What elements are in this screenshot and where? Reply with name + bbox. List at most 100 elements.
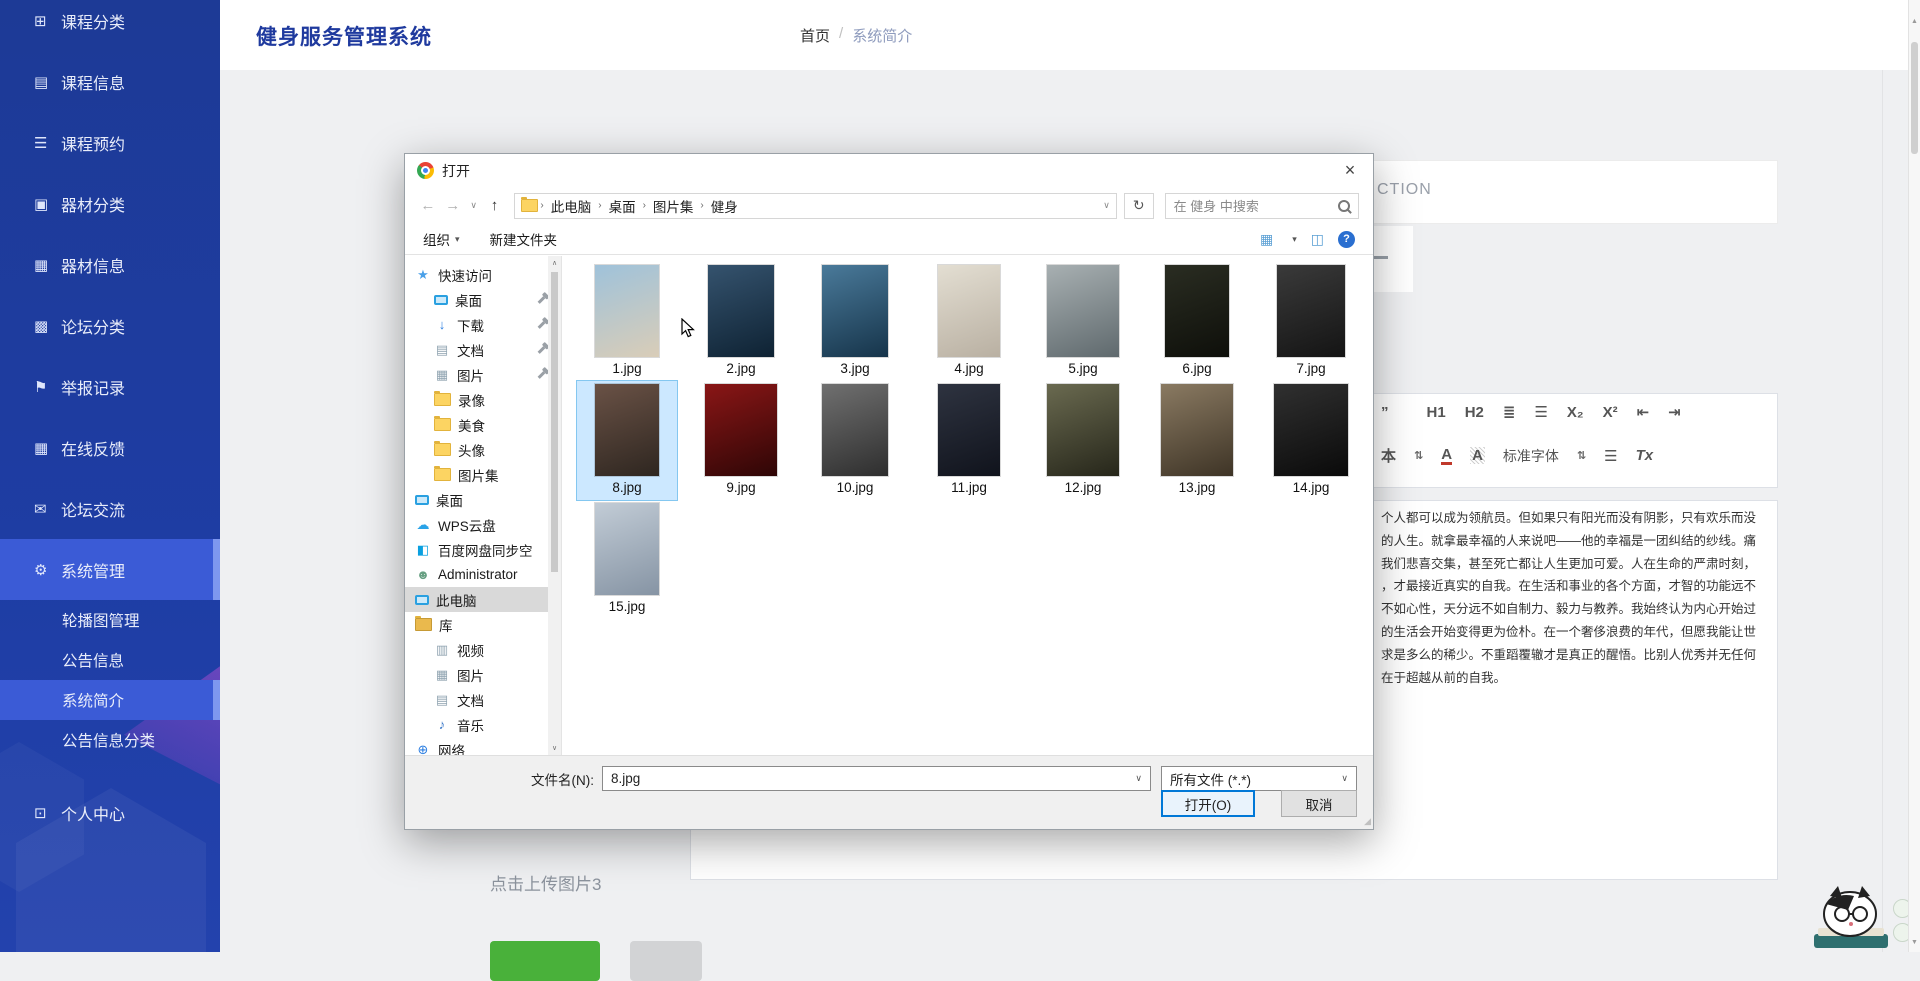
sidebar-subitem[interactable]: 公告信息分类 xyxy=(0,720,220,760)
tree-item[interactable]: ▥ 视频 xyxy=(405,637,561,662)
file-item[interactable]: 11.jpg xyxy=(919,381,1019,500)
sidebar-item[interactable]: ⚑ 举报记录 xyxy=(0,356,220,417)
up-icon[interactable]: ↑ xyxy=(486,197,504,214)
organize-button[interactable]: 组织 xyxy=(423,229,450,249)
tree-scrollbar[interactable]: ∧ ∨ xyxy=(548,256,561,755)
tree-item[interactable]: 录像 xyxy=(405,387,561,412)
upload-hint-text[interactable]: 点击上传图片3 xyxy=(490,870,601,895)
dialog-cancel-button[interactable]: 取消 xyxy=(1281,790,1357,817)
submit-button-fragment[interactable] xyxy=(490,941,600,981)
file-item[interactable]: 3.jpg xyxy=(805,262,905,381)
file-item[interactable]: 2.jpg xyxy=(691,262,791,381)
bg-color-icon[interactable]: A xyxy=(1470,447,1485,464)
file-item[interactable]: 9.jpg xyxy=(691,381,791,500)
tree-item[interactable]: 桌面 xyxy=(405,287,561,312)
indent-icon[interactable]: ⇥ xyxy=(1668,403,1681,421)
view-caret-icon[interactable]: ▾ xyxy=(1292,234,1297,245)
back-icon[interactable]: ← xyxy=(419,197,437,214)
h1-icon[interactable]: H1 xyxy=(1427,404,1446,421)
font-color-icon[interactable]: A xyxy=(1441,447,1453,465)
file-item[interactable]: 5.jpg xyxy=(1033,262,1133,381)
dropdown-arrows-icon[interactable]: ⇅ xyxy=(1577,449,1586,462)
sidebar-item[interactable]: ⊞ 课程分类 xyxy=(0,0,220,51)
unordered-list-icon[interactable]: ☰ xyxy=(1534,403,1547,421)
sidebar-item[interactable]: ▣ 器材分类 xyxy=(0,173,220,234)
font-size-fragment[interactable]: 本 xyxy=(1381,445,1396,466)
file-item[interactable]: 1.jpg xyxy=(577,262,677,381)
thumbnail-view-icon[interactable]: ▦ xyxy=(1260,231,1273,248)
filename-chevron-icon[interactable]: ∨ xyxy=(1135,773,1142,784)
subscript-icon[interactable]: X₂ xyxy=(1567,404,1584,421)
scrollbar-thumb[interactable] xyxy=(1911,42,1918,154)
cancel-button-fragment[interactable] xyxy=(630,941,702,981)
sidebar-item[interactable]: ▤ 课程信息 xyxy=(0,51,220,112)
ordered-list-icon[interactable]: ≣ xyxy=(1503,403,1516,421)
file-item[interactable]: 14.jpg xyxy=(1261,381,1361,500)
tree-item[interactable]: ▦ 图片 xyxy=(405,662,561,687)
preview-pane-icon[interactable]: ◫ xyxy=(1311,231,1324,248)
sidebar-item[interactable]: ▦ 在线反馈 xyxy=(0,417,220,478)
tree-item[interactable]: ▤ 文档 xyxy=(405,687,561,712)
file-item[interactable]: 12.jpg xyxy=(1033,381,1133,500)
tree-item[interactable]: ▤ 文档 xyxy=(405,337,561,362)
scroll-down-icon[interactable]: ▼ xyxy=(1909,939,1920,946)
address-chevron-icon[interactable]: ∨ xyxy=(1103,200,1110,211)
line-height-icon[interactable]: ☰ xyxy=(1604,447,1617,465)
tree-item[interactable]: 头像 xyxy=(405,437,561,462)
file-item[interactable]: 8.jpg xyxy=(576,380,678,501)
address-segment[interactable]: 此电脑 xyxy=(544,196,599,216)
tree-item[interactable]: 图片集 xyxy=(405,462,561,487)
address-segment[interactable]: 健身 xyxy=(704,196,745,216)
filetype-select[interactable]: 所有文件 (*.*) ∨ xyxy=(1161,766,1357,791)
file-item[interactable]: 10.jpg xyxy=(805,381,905,500)
tree-item[interactable]: ☻ Administrator xyxy=(405,562,561,587)
tree-item[interactable]: ♪ 音乐 xyxy=(405,712,561,737)
address-bar[interactable]: › 此电脑 › 桌面 › 图片集 › 健身 ∨ xyxy=(514,192,1117,219)
open-button[interactable]: 打开(O) xyxy=(1161,790,1255,817)
address-segment[interactable]: 图片集 xyxy=(646,196,701,216)
tree-item[interactable]: 此电脑 xyxy=(405,587,561,612)
new-folder-button[interactable]: 新建文件夹 xyxy=(490,229,558,249)
scroll-down-icon[interactable]: ∨ xyxy=(548,744,561,752)
resize-grip-icon[interactable]: ◢ xyxy=(1364,816,1371,827)
file-item[interactable]: 6.jpg xyxy=(1147,262,1247,381)
filename-input[interactable]: 8.jpg ∨ xyxy=(602,766,1151,791)
scrollbar-thumb[interactable] xyxy=(551,272,558,572)
forward-icon[interactable]: → xyxy=(444,197,462,214)
tree-item[interactable]: ☁ WPS云盘 xyxy=(405,512,561,537)
scroll-up-icon[interactable]: ▲ xyxy=(1909,18,1920,25)
outdent-icon[interactable]: ⇤ xyxy=(1637,403,1650,421)
breadcrumb-home[interactable]: 首页 xyxy=(800,25,830,46)
history-chevron-icon[interactable]: ∨ xyxy=(469,200,479,211)
tree-item[interactable]: ▦ 图片 xyxy=(405,362,561,387)
dropdown-arrows-icon[interactable]: ⇅ xyxy=(1414,449,1423,462)
sidebar-item[interactable]: ✉ 论坛交流 xyxy=(0,478,220,539)
tree-item[interactable]: 库 xyxy=(405,612,561,637)
sidebar-item[interactable]: ⚙ 系统管理 xyxy=(0,539,220,600)
sidebar-item[interactable]: ▩ 论坛分类 xyxy=(0,295,220,356)
tree-item[interactable]: 美食 xyxy=(405,412,561,437)
quote-icon[interactable]: ” xyxy=(1381,404,1389,421)
sidebar-subitem[interactable]: 公告信息 xyxy=(0,640,220,680)
dialog-titlebar[interactable]: 打开 xyxy=(405,154,1373,187)
sidebar-item[interactable]: ☰ 课程预约 xyxy=(0,112,220,173)
superscript-icon[interactable]: X² xyxy=(1603,404,1618,421)
close-icon[interactable]: × xyxy=(1327,154,1373,186)
sidebar-subitem[interactable]: 轮播图管理 xyxy=(0,600,220,640)
tree-item[interactable]: ◧ 百度网盘同步空 xyxy=(405,537,561,562)
clear-format-icon[interactable]: Tx xyxy=(1636,447,1654,464)
scroll-up-icon[interactable]: ∧ xyxy=(548,259,561,267)
file-item[interactable]: 4.jpg xyxy=(919,262,1019,381)
page-scrollbar[interactable]: ▲ ▼ xyxy=(1908,0,1920,952)
filetype-chevron-icon[interactable]: ∨ xyxy=(1341,773,1348,784)
help-icon[interactable]: ? xyxy=(1338,230,1355,248)
tree-item[interactable]: ★ 快速访问 xyxy=(405,262,561,287)
file-item[interactable]: 13.jpg xyxy=(1147,381,1247,500)
font-family-select[interactable]: 标准字体 xyxy=(1503,446,1559,466)
tree-item[interactable]: ↓ 下载 xyxy=(405,312,561,337)
sidebar-item[interactable]: ▦ 器材信息 xyxy=(0,234,220,295)
file-item[interactable]: 15.jpg xyxy=(577,500,677,619)
address-segment[interactable]: 桌面 xyxy=(602,196,643,216)
refresh-icon[interactable]: ↻ xyxy=(1123,192,1154,219)
search-input[interactable]: 在 健身 中搜索 xyxy=(1164,192,1359,219)
